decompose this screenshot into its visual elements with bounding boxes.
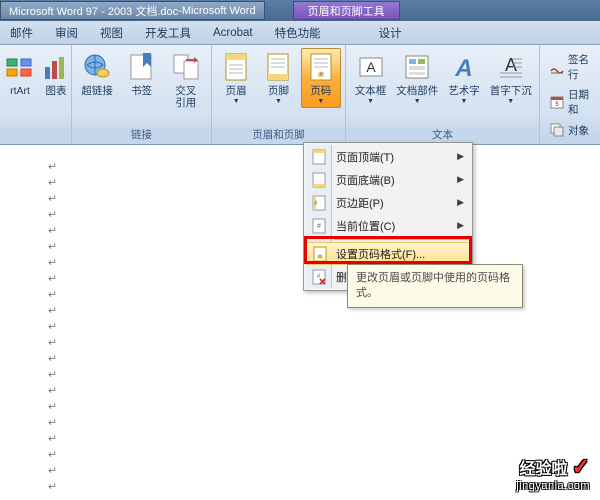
page-margin-icon: # <box>311 195 327 211</box>
watermark: 经验啦 ✓ jingyanla.com <box>516 454 590 492</box>
menu-bottom-of-page[interactable]: 页面底端(B)▶ <box>306 168 470 191</box>
crossref-button[interactable]: 交叉 引用 <box>165 48 207 112</box>
group-text: A 文本框 ▼ 文档部件 ▼ A 艺术字 ▼ A 首字下沉 ▼ 文本 <box>346 45 540 144</box>
date-time-button[interactable]: 5日期和 <box>544 85 596 119</box>
object-icon <box>549 122 565 138</box>
bookmark-button[interactable]: 书签 <box>120 48 162 100</box>
remove-number-icon: # <box>311 269 327 285</box>
app-name: Microsoft Word <box>182 5 256 17</box>
signature-icon <box>549 59 565 75</box>
footer-icon <box>262 51 294 83</box>
chevron-down-icon: ▼ <box>275 98 282 105</box>
menu-page-margins[interactable]: # 页边距(P)▶ <box>306 191 470 214</box>
quick-parts-button[interactable]: 文档部件 ▼ <box>393 48 441 108</box>
wordart-icon: A <box>448 51 480 83</box>
submenu-arrow-icon: ▶ <box>457 220 470 231</box>
menu-separator <box>334 239 468 240</box>
check-icon: ✓ <box>572 454 590 480</box>
menu-format-page-numbers[interactable]: # 设置页码格式(F)... <box>306 242 470 265</box>
submenu-arrow-icon: ▶ <box>457 151 470 162</box>
menu-current-position[interactable]: # 当前位置(C)▶ <box>306 214 470 237</box>
tab-mail[interactable]: 邮件 <box>10 25 33 41</box>
contextual-tab-header: 页眉和页脚工具 <box>293 1 400 20</box>
tab-special[interactable]: 特色功能 <box>275 25 321 41</box>
document-body[interactable]: ↵ ↵ ↵ ↵ ↵ ↵ ↵ ↵ ↵ ↵ ↵ ↵ ↵ ↵ ↵ ↵ ↵ ↵ ↵ ↵ … <box>0 145 600 500</box>
tab-review[interactable]: 审阅 <box>55 25 78 41</box>
chevron-down-icon: ▼ <box>317 98 324 105</box>
chevron-down-icon: ▼ <box>367 98 374 105</box>
object-button[interactable]: 对象 <box>544 120 596 140</box>
header-button[interactable]: 页眉 ▼ <box>216 48 256 108</box>
tooltip: 更改页眉或页脚中使用的页码格式。 <box>347 264 523 308</box>
ribbon: rtArt 图表 超链接 书签 交叉 引用 链接 <box>0 45 600 145</box>
ribbon-tabstrip: 邮件 审阅 视图 开发工具 Acrobat 特色功能 设计 <box>0 21 600 45</box>
titlebar: Microsoft Word 97 - 2003 文档.doc - Micros… <box>0 0 600 21</box>
textbox-icon: A <box>355 51 387 83</box>
tab-developer[interactable]: 开发工具 <box>145 25 191 41</box>
wordart-button[interactable]: A 艺术字 ▼ <box>444 48 485 108</box>
svg-text:#: # <box>317 223 321 230</box>
footer-button[interactable]: 页脚 ▼ <box>258 48 298 108</box>
svg-text:A: A <box>505 55 517 75</box>
chevron-down-icon: ▼ <box>507 98 514 105</box>
doc-name: Microsoft Word 97 - 2003 文档.doc <box>9 3 178 19</box>
group-illustrations: rtArt 图表 <box>0 45 72 144</box>
page-top-icon <box>311 149 327 165</box>
watermark-text: 经验啦 <box>520 455 568 479</box>
header-icon <box>220 51 252 83</box>
submenu-arrow-icon: ▶ <box>457 174 470 185</box>
hyperlink-button[interactable]: 超链接 <box>76 48 118 100</box>
svg-text:#: # <box>319 254 322 260</box>
svg-text:A: A <box>454 55 472 82</box>
group-links: 超链接 书签 交叉 引用 链接 <box>72 45 212 144</box>
calendar-icon: 5 <box>549 94 565 110</box>
textbox-button[interactable]: A 文本框 ▼ <box>350 48 391 108</box>
chevron-down-icon: ▼ <box>233 98 240 105</box>
submenu-arrow-icon: ▶ <box>457 197 470 208</box>
group-text2: 签名行 5日期和 对象 <box>540 45 600 144</box>
svg-text:A: A <box>366 59 376 75</box>
tab-acrobat[interactable]: Acrobat <box>213 27 253 39</box>
page-number-button[interactable]: # 页码 ▼ <box>301 48 341 108</box>
crossref-icon <box>170 51 202 83</box>
format-number-icon: # <box>312 246 328 262</box>
document-title: Microsoft Word 97 - 2003 文档.doc - Micros… <box>0 1 265 20</box>
quick-parts-icon <box>401 51 433 83</box>
tab-view[interactable]: 视图 <box>100 25 123 41</box>
dropcap-icon: A <box>495 51 527 83</box>
current-position-icon: # <box>311 218 327 234</box>
bookmark-icon <box>125 51 157 83</box>
signature-line-button[interactable]: 签名行 <box>544 50 596 84</box>
page-bottom-icon <box>311 172 327 188</box>
group-header-footer: 页眉 ▼ 页脚 ▼ # 页码 ▼ 页眉和页脚 <box>212 45 346 144</box>
smartart-icon <box>4 51 36 83</box>
watermark-url: jingyanla.com <box>516 480 590 492</box>
chart-icon <box>40 51 72 83</box>
tab-design[interactable]: 设计 <box>379 25 402 41</box>
chart-button[interactable]: 图表 <box>38 48 74 100</box>
dropcap-button[interactable]: A 首字下沉 ▼ <box>487 48 535 108</box>
page-number-icon: # <box>305 51 337 83</box>
smartart-button[interactable]: rtArt <box>4 48 36 100</box>
chevron-down-icon: ▼ <box>461 98 468 105</box>
menu-top-of-page[interactable]: 页面顶端(T)▶ <box>306 145 470 168</box>
globe-link-icon <box>81 51 113 83</box>
chevron-down-icon: ▼ <box>414 98 421 105</box>
